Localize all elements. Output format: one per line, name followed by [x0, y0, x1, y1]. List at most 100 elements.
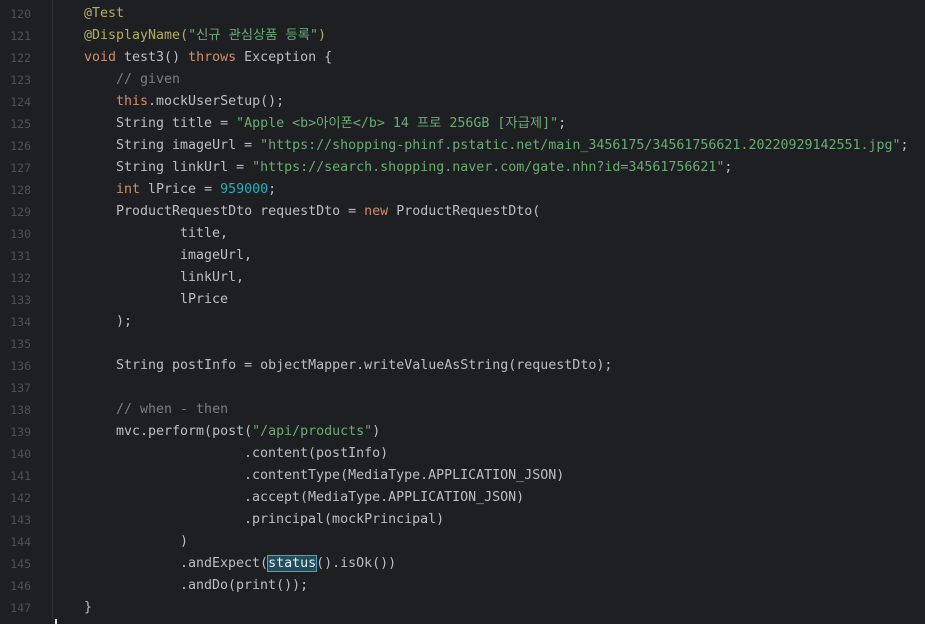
code-text[interactable]: mvc.perform(post("/api/products"): [116, 421, 380, 443]
line-number: 121: [10, 29, 31, 43]
code-token: 959000: [220, 182, 269, 197]
code-text[interactable]: imageUrl,: [180, 245, 252, 267]
code-line[interactable]: 125 String title = "Apple <b>아이폰</b> 14 프…: [0, 113, 925, 135]
code-text[interactable]: .content(postInfo): [244, 443, 388, 465]
line-number: 127: [10, 161, 31, 175]
code-line[interactable]: 133 lPrice: [0, 289, 925, 311]
code-line[interactable]: 120 @Test: [0, 3, 925, 25]
code-text[interactable]: this.mockUserSetup();: [116, 91, 284, 113]
code-editor[interactable]: 120 @Test 121 @DisplayName("신규 관심상품 등록") 122…: [0, 0, 925, 624]
code-text[interactable]: @Test: [84, 3, 124, 25]
code-line[interactable]: 142 .accept(MediaType.APPLICATION_JSON): [0, 487, 925, 509]
code-token: ProductRequestDto(: [396, 204, 541, 219]
line-number: 137: [10, 381, 31, 395]
code-token: lPrice: [180, 292, 229, 307]
code-text[interactable]: // when - then: [116, 399, 228, 421]
code-line[interactable]: 147}: [0, 597, 925, 619]
code-text[interactable]: @DisplayName("신규 관심상품 등록"): [84, 25, 326, 47]
code-token: "Apple <b>아이폰</b> 14 프로 256GB [자급제]": [236, 116, 559, 131]
line-number: 126: [10, 139, 31, 153]
code-line[interactable]: 143 .principal(mockPrincipal): [0, 509, 925, 531]
code-line[interactable]: 127 String linkUrl = "https://search.shop…: [0, 157, 925, 179]
code-text[interactable]: title,: [180, 223, 228, 245]
code-line[interactable]: 124 this.mockUserSetup();: [0, 91, 925, 113]
code-token: test3(): [124, 50, 189, 65]
code-line[interactable]: 139 mvc.perform(post("/api/products"): [0, 421, 925, 443]
line-number: 147: [10, 601, 31, 615]
code-text[interactable]: }: [84, 597, 92, 619]
code-line[interactable]: 126 String imageUrl = "https://shopping-p…: [0, 135, 925, 157]
code-line[interactable]: 130 title,: [0, 223, 925, 245]
code-token: "https://shopping-phinf.pstatic.net/main…: [260, 138, 901, 153]
code-token: ): [180, 534, 189, 549]
code-text[interactable]: linkUrl,: [180, 267, 244, 289]
code-line[interactable]: 137: [0, 377, 925, 399]
line-number: 120: [10, 7, 31, 21]
line-number: 142: [10, 491, 31, 505]
code-line[interactable]: 131 imageUrl,: [0, 245, 925, 267]
code-token: ;: [724, 160, 733, 175]
code-text[interactable]: int lPrice = 959000;: [116, 179, 276, 201]
code-token: "https://search.shopping.naver.com/gate.…: [252, 160, 725, 175]
code-token: ): [317, 28, 326, 43]
code-line[interactable]: 144): [0, 531, 925, 553]
code-token: .content(postInfo): [244, 446, 389, 461]
code-line[interactable]: 138 // when - then: [0, 399, 925, 421]
line-number: 124: [10, 95, 31, 109]
line-number: 136: [10, 359, 31, 373]
code-text[interactable]: .contentType(MediaType.APPLICATION_JSON): [244, 465, 564, 487]
code-text[interactable]: .accept(MediaType.APPLICATION_JSON): [244, 487, 524, 509]
line-number: 129: [10, 205, 31, 219]
line-number: 141: [10, 469, 31, 483]
code-text[interactable]: lPrice: [180, 289, 228, 311]
code-line[interactable]: 129 ProductRequestDto requestDto = new Pr…: [0, 201, 925, 223]
text-caret: [55, 619, 57, 624]
code-text[interactable]: );: [116, 311, 132, 333]
code-token: int: [116, 182, 149, 197]
code-text[interactable]: // given: [116, 69, 180, 91]
code-token: .principal(mockPrincipal): [244, 512, 445, 527]
code-text[interactable]: .principal(mockPrincipal): [244, 509, 444, 531]
code-line[interactable]: 123 // given: [0, 69, 925, 91]
code-token: .accept(MediaType.APPLICATION_JSON): [244, 490, 525, 505]
code-text[interactable]: .andExpect(status().isOk()): [180, 553, 396, 575]
line-number: 145: [10, 557, 31, 571]
code-line[interactable]: 146 .andDo(print());: [0, 575, 925, 597]
code-line[interactable]: 128 int lPrice = 959000;: [0, 179, 925, 201]
code-line[interactable]: 136 String postInfo = objectMapper.writeV…: [0, 355, 925, 377]
code-token: ProductRequestDto requestDto =: [116, 204, 365, 219]
code-token: this: [116, 94, 149, 109]
code-token: .andExpect(: [180, 556, 269, 571]
code-line[interactable]: 134);: [0, 311, 925, 333]
line-number: 139: [10, 425, 31, 439]
line-number: 131: [10, 249, 31, 263]
code-text[interactable]: String title = "Apple <b>아이폰</b> 14 프로 2…: [116, 113, 566, 135]
code-token: // when - then: [116, 402, 229, 417]
line-number: 140: [10, 447, 31, 461]
code-token: String postInfo = objectMapper.writeValu…: [116, 358, 613, 373]
code-token: ().isOk()): [316, 556, 397, 571]
code-text[interactable]: .andDo(print());: [180, 575, 308, 597]
code-text[interactable]: ProductRequestDto requestDto = new Produ…: [116, 201, 540, 223]
code-token: throws: [188, 50, 245, 65]
code-line[interactable]: 135: [0, 333, 925, 355]
code-line[interactable]: 122 void test3() throws Exception {: [0, 47, 925, 69]
code-token: mvc.perform(post(: [116, 424, 253, 439]
code-text[interactable]: ): [180, 531, 188, 553]
code-line[interactable]: 132 linkUrl,: [0, 267, 925, 289]
code-text[interactable]: String linkUrl = "https://search.shoppin…: [116, 157, 732, 179]
line-number: 134: [10, 315, 31, 329]
line-number: 130: [10, 227, 31, 241]
code-text[interactable]: String postInfo = objectMapper.writeValu…: [116, 355, 612, 377]
code-token: .andDo(print());: [180, 578, 309, 593]
code-token: title,: [180, 226, 229, 241]
code-line[interactable]: 140 .content(postInfo): [0, 443, 925, 465]
code-token: }: [84, 600, 93, 615]
code-text[interactable]: String imageUrl = "https://shopping-phin…: [116, 135, 909, 157]
code-line[interactable]: 141 .contentType(MediaType.APPLICATION_JS…: [0, 465, 925, 487]
code-line[interactable]: 121 @DisplayName("신규 관심상품 등록"): [0, 25, 925, 47]
line-number: 143: [10, 513, 31, 527]
code-line[interactable]: 145 .andExpect(status().isOk()): [0, 553, 925, 575]
code-text[interactable]: void test3() throws Exception {: [84, 47, 332, 69]
line-number: 132: [10, 271, 31, 285]
